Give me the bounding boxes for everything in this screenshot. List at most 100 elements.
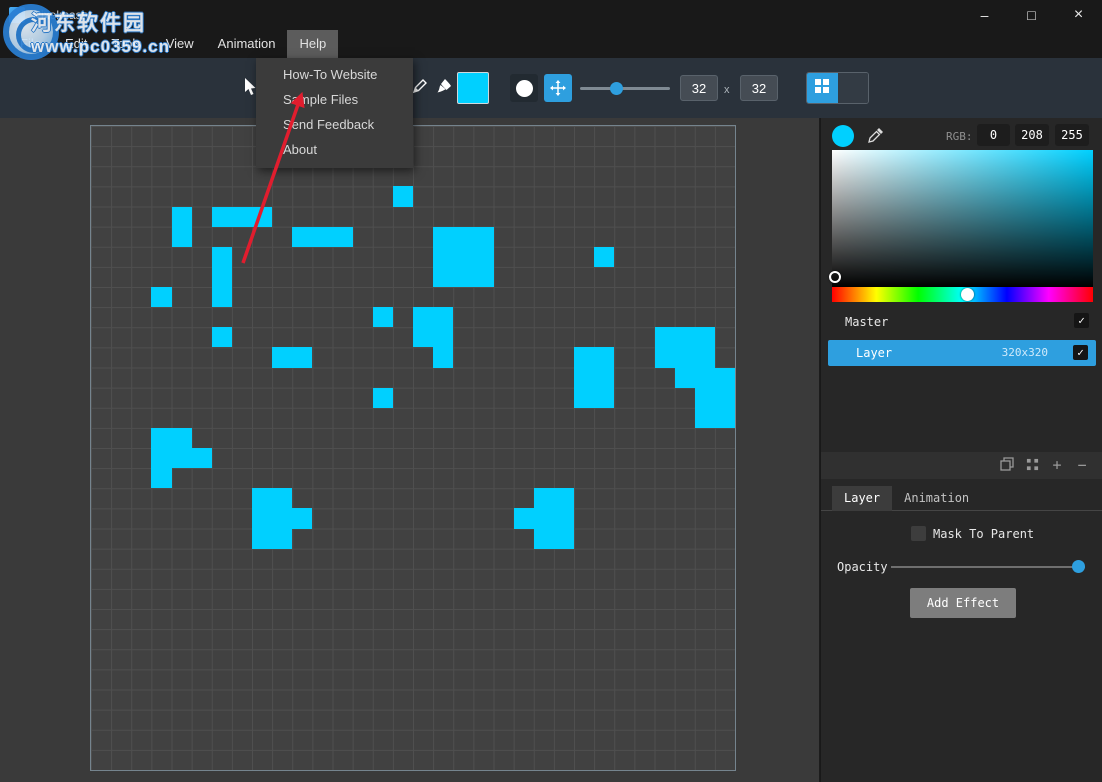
pixel-cell[interactable]	[574, 368, 594, 388]
pixel-cell[interactable]	[534, 508, 554, 528]
pixel-cell[interactable]	[373, 388, 393, 408]
pixel-cell[interactable]	[151, 428, 171, 448]
pixel-cell[interactable]	[453, 227, 473, 247]
pixel-canvas[interactable]	[90, 125, 736, 771]
add-effect-button[interactable]: Add Effect	[910, 588, 1016, 618]
canvas-width-input[interactable]: 32	[680, 75, 718, 101]
duplicate-layer-button[interactable]	[999, 458, 1015, 474]
pixel-cell[interactable]	[333, 227, 353, 247]
tab-animation[interactable]: Animation	[892, 486, 981, 511]
pixel-cell[interactable]	[473, 267, 493, 287]
hue-handle[interactable]	[961, 288, 974, 301]
pixel-cell[interactable]	[433, 227, 453, 247]
pixel-cell[interactable]	[373, 307, 393, 327]
menu-item-send-feedback[interactable]: Send Feedback	[256, 112, 413, 137]
mask-to-parent-checkbox[interactable]	[911, 526, 926, 541]
brush-tool-button[interactable]	[433, 75, 455, 97]
blue-value-field[interactable]: 255	[1055, 124, 1089, 146]
layer-row-selected[interactable]: Layer 320x320 ✓	[828, 340, 1096, 366]
menu-view[interactable]: View	[154, 30, 206, 58]
pixel-cell[interactable]	[655, 327, 675, 347]
canvas-height-input[interactable]: 32	[740, 75, 778, 101]
opacity-handle[interactable]	[1072, 560, 1085, 573]
pixel-cell[interactable]	[272, 488, 292, 508]
pixel-cell[interactable]	[172, 428, 192, 448]
pixel-cell[interactable]	[413, 327, 433, 347]
pixel-cell[interactable]	[534, 488, 554, 508]
pixel-cell[interactable]	[594, 388, 614, 408]
pixel-cell[interactable]	[232, 207, 252, 227]
pixel-cell[interactable]	[172, 207, 192, 227]
pixel-cell[interactable]	[433, 307, 453, 327]
menu-item-about[interactable]: About	[256, 137, 413, 162]
pixel-cell[interactable]	[554, 488, 574, 508]
pixel-cell[interactable]	[212, 287, 232, 307]
pixel-cell[interactable]	[695, 327, 715, 347]
remove-layer-button[interactable]: −	[1074, 458, 1090, 474]
pixel-cell[interactable]	[453, 267, 473, 287]
pixel-cell[interactable]	[272, 529, 292, 549]
opacity-slider[interactable]	[891, 559, 1091, 575]
grid-off-button[interactable]	[838, 73, 869, 103]
active-color-swatch[interactable]	[457, 72, 489, 104]
pixel-cell[interactable]	[252, 508, 272, 528]
pixel-cell[interactable]	[433, 247, 453, 267]
pixel-cell[interactable]	[212, 247, 232, 267]
pixel-cell[interactable]	[554, 508, 574, 528]
slider-handle[interactable]	[610, 82, 623, 95]
saturation-brightness-picker[interactable]	[832, 150, 1093, 287]
pixel-cell[interactable]	[433, 327, 453, 347]
pixel-cell[interactable]	[252, 488, 272, 508]
minimize-button[interactable]: –	[961, 0, 1008, 30]
pixel-cell[interactable]	[715, 408, 735, 428]
pixel-cell[interactable]	[675, 368, 695, 388]
pixel-cell[interactable]	[695, 368, 715, 388]
menu-item-howto-website[interactable]: How-To Website	[256, 62, 413, 87]
pixel-cell[interactable]	[151, 448, 171, 468]
grid-on-button[interactable]	[807, 73, 838, 103]
pixel-cell[interactable]	[695, 408, 715, 428]
move-tool-button[interactable]	[544, 74, 572, 102]
pixel-cell[interactable]	[675, 347, 695, 367]
pixel-cell[interactable]	[272, 347, 292, 367]
pixel-cell[interactable]	[151, 468, 171, 488]
add-layer-button[interactable]: +	[1049, 458, 1065, 474]
circle-tool-button[interactable]	[510, 74, 538, 102]
eyedropper-button[interactable]	[867, 127, 884, 148]
pixel-cell[interactable]	[212, 267, 232, 287]
brush-size-slider[interactable]	[580, 81, 670, 95]
pixel-cell[interactable]	[312, 227, 332, 247]
sv-cursor[interactable]	[829, 271, 841, 283]
pixel-cell[interactable]	[715, 388, 735, 408]
master-visibility-checkbox[interactable]: ✓	[1074, 313, 1089, 328]
close-button[interactable]: ×	[1055, 0, 1102, 30]
pixel-cell[interactable]	[715, 368, 735, 388]
pixel-cell[interactable]	[695, 388, 715, 408]
pixel-cell[interactable]	[212, 207, 232, 227]
hue-slider[interactable]	[832, 287, 1093, 302]
pixel-cell[interactable]	[433, 267, 453, 287]
pixel-cell[interactable]	[514, 508, 534, 528]
pixel-cell[interactable]	[272, 508, 292, 528]
pixel-cell[interactable]	[172, 227, 192, 247]
pixel-cell[interactable]	[695, 347, 715, 367]
pixel-cell[interactable]	[292, 508, 312, 528]
pixel-cell[interactable]	[473, 247, 493, 267]
layer-visibility-checkbox[interactable]: ✓	[1073, 345, 1088, 360]
menu-animation[interactable]: Animation	[206, 30, 288, 58]
pixel-cell[interactable]	[655, 347, 675, 367]
pixel-cell[interactable]	[433, 347, 453, 367]
pixel-cell[interactable]	[574, 347, 594, 367]
pixel-cell[interactable]	[172, 448, 192, 468]
pixel-cell[interactable]	[413, 307, 433, 327]
merge-layer-button[interactable]	[1024, 458, 1040, 474]
pixel-cell[interactable]	[473, 227, 493, 247]
pixel-cell[interactable]	[554, 529, 574, 549]
pixel-cell[interactable]	[534, 529, 554, 549]
green-value-field[interactable]: 208	[1015, 124, 1049, 146]
menu-edit[interactable]: Edit	[53, 30, 99, 58]
pixel-cell[interactable]	[594, 247, 614, 267]
tab-layer[interactable]: Layer	[832, 486, 892, 511]
pixel-cell[interactable]	[252, 207, 272, 227]
pixel-cell[interactable]	[252, 529, 272, 549]
